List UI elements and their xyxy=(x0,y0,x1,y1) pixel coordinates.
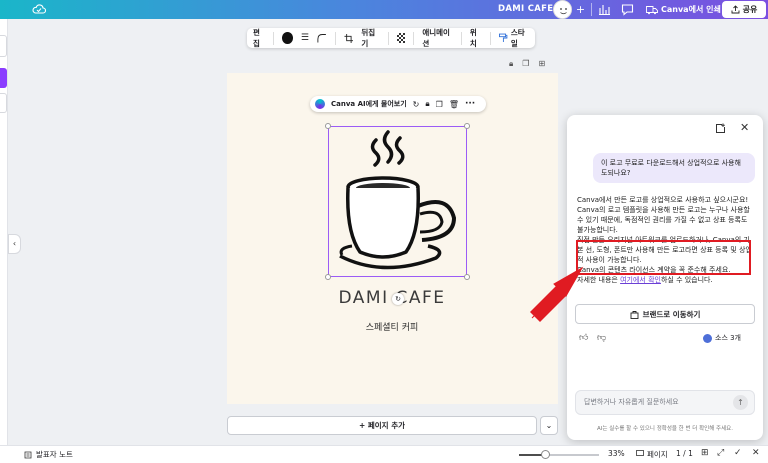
source-icon xyxy=(703,333,712,343)
divider xyxy=(334,31,336,45)
help-icon[interactable]: ✓ xyxy=(734,448,742,458)
answer-line: 자세한 내용은 여기에서 확인하실 수 있습니다. xyxy=(577,275,755,285)
pages-icon xyxy=(636,450,644,456)
sources-label: 소스 3개 xyxy=(715,334,741,342)
collapse-panel-button[interactable]: ‹ xyxy=(8,234,21,254)
selection-box xyxy=(325,123,470,280)
subtitle-text[interactable]: 스페셜티 커피 xyxy=(336,320,448,333)
pages-button[interactable]: 페이지 xyxy=(636,449,668,460)
add-page-icon[interactable]: ⊞ xyxy=(538,59,545,69)
canva-ai-icon xyxy=(315,99,325,109)
add-collaborator-icon[interactable]: + xyxy=(573,2,588,17)
chat-input[interactable]: 답변하거나 자유롭게 질문하세요 ↑ xyxy=(575,390,755,415)
brand-button-label: 브랜드로 이동하기 xyxy=(642,309,701,319)
answer-line: Canva의 로고 템플릿을 사용해 만든 로고는 누구나 사용할 수 있기 때… xyxy=(577,206,750,234)
notes-label: 발표자 노트 xyxy=(36,450,73,459)
red-arrow-icon xyxy=(530,266,584,322)
resize-handle[interactable] xyxy=(464,123,470,129)
rotate-handle-icon[interactable]: ↻ xyxy=(392,293,404,305)
thumbs-down-icon[interactable]: 👎︎ xyxy=(597,333,606,343)
rail-tab[interactable] xyxy=(0,93,7,113)
zoom-slider[interactable] xyxy=(519,450,599,459)
red-highlight-box xyxy=(576,240,751,275)
share-button[interactable]: 공유 xyxy=(722,1,766,18)
brand-kit-icon xyxy=(630,310,639,319)
divider xyxy=(490,31,492,45)
add-page-button[interactable]: + 페이지 추가 xyxy=(227,416,537,435)
details-link[interactable]: 여기에서 확인 xyxy=(620,276,661,284)
divider xyxy=(387,31,389,45)
ai-disclaimer: AI는 실수를 할 수 있으니 정확성을 한 번 더 확인해 주세요. xyxy=(597,426,733,432)
upload-icon xyxy=(731,5,740,14)
zoom-level[interactable]: 33% xyxy=(608,449,625,458)
left-side-panel xyxy=(0,19,8,463)
insights-chart-icon[interactable] xyxy=(597,2,612,17)
fullscreen-icon[interactable]: ⤢ xyxy=(717,448,724,458)
rotate-icon[interactable]: ↻ xyxy=(413,100,420,109)
line-weight-icon[interactable]: ☰ xyxy=(301,33,309,43)
trash-icon[interactable]: 🗑︎ xyxy=(449,100,459,109)
zoom-slider-knob[interactable] xyxy=(541,450,551,459)
divider xyxy=(461,31,462,45)
page-count: 1 / 1 xyxy=(676,449,693,458)
print-button[interactable]: Canva에서 인쇄 xyxy=(646,2,721,17)
more-options-icon[interactable]: ··· xyxy=(465,99,475,109)
resize-handle[interactable] xyxy=(464,274,470,280)
color-swatch[interactable] xyxy=(282,32,293,44)
bottom-bar: 발표자 노트 33% 페이지 1 / 1 ⊞ ⤢ ✓ ✕ xyxy=(0,445,768,463)
rail-tab[interactable] xyxy=(0,35,7,57)
avatar-face-icon xyxy=(554,1,571,18)
canva-ai-assistant-panel: ✕ 이 로고 무료로 다운로드해서 상업적으로 사용해도되나요? Canva에서… xyxy=(567,115,763,440)
notes-icon xyxy=(24,451,32,458)
close-icon[interactable]: ✕ xyxy=(740,121,749,134)
animate-button[interactable]: 애니메이션 xyxy=(422,27,453,49)
transparency-icon[interactable] xyxy=(396,33,406,43)
divider xyxy=(413,31,415,45)
corner-rounding-icon[interactable] xyxy=(317,33,327,44)
close-icon[interactable]: ✕ xyxy=(752,448,760,458)
notes-button[interactable]: 발표자 노트 xyxy=(24,449,73,460)
rail-tab-active[interactable] xyxy=(0,68,7,88)
element-toolbar: 편집 ☰ 뒤집기 애니메이션 위치 스타일 xyxy=(247,28,535,48)
cloud-save-icon[interactable] xyxy=(32,3,46,15)
paint-roller-icon xyxy=(499,33,508,42)
top-bar: DAMI CAFE + Canva에서 인쇄 공유 xyxy=(0,0,768,19)
answer-suffix: 하실 수 있습니다. xyxy=(660,276,713,284)
divider xyxy=(273,31,275,45)
pages-label: 페이지 xyxy=(647,450,668,459)
grid-view-icon[interactable]: ⊞ xyxy=(701,448,709,458)
document-title[interactable]: DAMI CAFE xyxy=(498,4,553,14)
style-label: 스타일 xyxy=(510,28,525,48)
new-chat-icon[interactable] xyxy=(715,123,726,134)
resize-handle[interactable] xyxy=(325,123,331,129)
user-message: 이 로고 무료로 다운로드해서 상업적으로 사용해도되나요? xyxy=(593,153,755,183)
style-button[interactable]: 스타일 xyxy=(499,27,529,49)
print-label: Canva에서 인쇄 xyxy=(661,5,721,14)
duplicate-page-icon[interactable]: ❐ xyxy=(522,59,529,69)
chevron-down-icon[interactable]: ⌄ xyxy=(540,416,558,435)
lock-icon[interactable]: 🔒︎ xyxy=(509,59,513,69)
page-actions: 🔒︎ ❐ ⊞ xyxy=(509,59,545,69)
lock-icon[interactable]: 🔒︎ xyxy=(425,99,429,109)
canva-ai-toolbar: Canva AI에게 물어보기 ↻ 🔒︎ ❐ 🗑︎ ··· xyxy=(310,96,486,112)
crop-icon[interactable] xyxy=(343,33,354,44)
position-button[interactable]: 위치 xyxy=(470,27,482,49)
chat-input-placeholder: 답변하거나 자유롭게 질문하세요 xyxy=(584,398,679,406)
edit-button[interactable]: 편집 xyxy=(253,27,265,49)
resize-handle[interactable] xyxy=(325,274,331,280)
divider xyxy=(591,3,592,16)
share-label: 공유 xyxy=(742,5,758,14)
go-to-brand-button[interactable]: 브랜드로 이동하기 xyxy=(575,304,755,324)
truck-icon xyxy=(646,5,658,14)
answer-line: Canva에서 만든 로고를 상업적으로 사용하고 싶으시군요! xyxy=(577,196,749,204)
send-arrow-icon[interactable]: ↑ xyxy=(733,395,748,410)
sources-button[interactable]: 소스 3개 xyxy=(703,333,741,343)
duplicate-icon[interactable]: ❐ xyxy=(436,100,443,109)
avatar[interactable] xyxy=(553,0,572,19)
thumbs-up-icon[interactable]: 👍︎ xyxy=(579,333,588,343)
comment-icon[interactable] xyxy=(620,2,635,17)
ask-canva-ai-button[interactable]: Canva AI에게 물어보기 xyxy=(331,99,407,109)
flip-button[interactable]: 뒤집기 xyxy=(361,27,379,49)
